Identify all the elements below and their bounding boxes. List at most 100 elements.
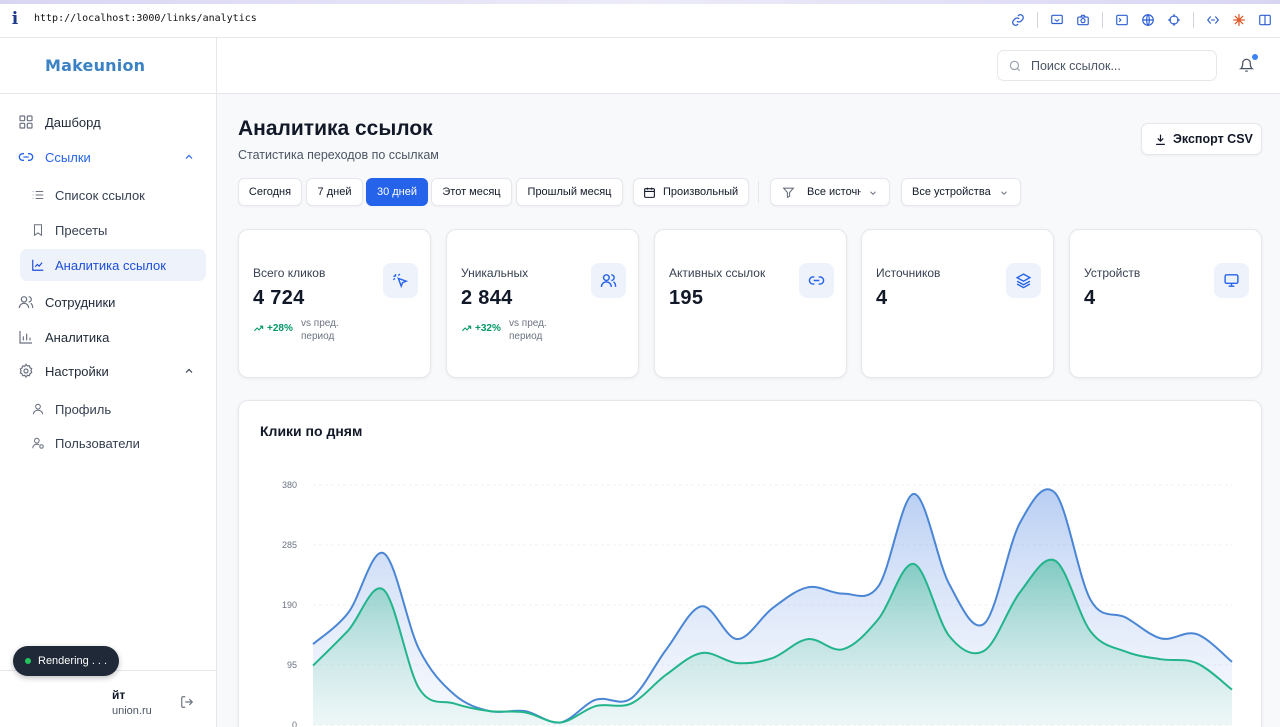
- users-icon: [591, 263, 626, 298]
- gear-icon: [19, 363, 33, 378]
- export-csv-label: Экспорт CSV: [1173, 132, 1253, 146]
- sidebar-item-settings[interactable]: Настройки: [0, 355, 217, 387]
- sidebar-item-label: Дашборд: [45, 114, 101, 130]
- layers-icon: [1006, 263, 1041, 298]
- calendar-icon: [644, 187, 655, 198]
- sidebar-item-link-analytics[interactable]: Аналитика ссылок: [20, 249, 206, 281]
- top-header: [217, 38, 1280, 94]
- list-icon: [32, 190, 44, 200]
- sidebar-item-links[interactable]: Ссылки: [0, 141, 217, 173]
- user-email: union.ru: [112, 705, 152, 717]
- page-title: Аналитика ссылок: [238, 117, 433, 140]
- filter-last-month[interactable]: Прошлый месяц: [516, 178, 623, 206]
- toolbar-divider: [1102, 12, 1103, 28]
- chevron-down-icon: [1001, 191, 1007, 195]
- stat-label: Всего кликов: [253, 266, 326, 280]
- toolbar-divider: [1193, 12, 1194, 28]
- sidebar-item-users[interactable]: Пользователи: [20, 427, 206, 459]
- search-box[interactable]: [997, 50, 1217, 81]
- rendering-label: Rendering . . .: [38, 655, 108, 667]
- stat-delta: +32%: [461, 323, 501, 334]
- export-csv-button[interactable]: Экспорт CSV: [1141, 123, 1262, 155]
- stat-value: 4: [876, 287, 888, 309]
- stat-card-devices: Устройств 4: [1069, 229, 1262, 378]
- stat-card-sources: Источников 4: [861, 229, 1054, 378]
- trend-up-icon: [461, 325, 472, 332]
- sidebar-item-label: Сотрудники: [45, 294, 116, 310]
- bookmark-icon: [33, 224, 43, 237]
- y-tick-label: 190: [282, 600, 297, 610]
- stat-label: Источников: [876, 266, 941, 280]
- sidebar-item-label: Аналитика: [45, 329, 110, 345]
- device-select-value: Все устройства: [912, 186, 991, 198]
- link-icon: [18, 153, 34, 161]
- sidebar-toggle-icon[interactable]: [1258, 13, 1272, 27]
- stat-card-total-clicks: Всего кликов 4 724 +28% vs пред. период: [238, 229, 431, 378]
- browser-toolbar: i http://localhost:3000/links/analytics: [0, 0, 1280, 38]
- app-logo[interactable]: Makeunion: [45, 56, 145, 75]
- camera-icon[interactable]: [1076, 13, 1090, 27]
- chevron-up-icon[interactable]: [183, 151, 195, 163]
- page-subtitle: Статистика переходов по ссылкам: [238, 148, 439, 162]
- stat-delta-value: +32%: [475, 323, 501, 334]
- y-tick-label: 380: [282, 480, 297, 490]
- terminal-icon[interactable]: [1115, 13, 1129, 27]
- users-icon: [18, 296, 34, 309]
- sidebar-item-profile[interactable]: Профиль: [20, 393, 206, 425]
- screenshot-icon[interactable]: [1050, 13, 1064, 27]
- link-icon: [799, 263, 834, 298]
- stat-value: 4 724: [253, 287, 305, 309]
- filter-this-month[interactable]: Этот месяц: [431, 178, 512, 206]
- url-bar[interactable]: http://localhost:3000/links/analytics: [34, 13, 257, 24]
- sidebar-item-analytics[interactable]: Аналитика: [0, 321, 217, 353]
- sidebar-item-link-list[interactable]: Список ссылок: [20, 179, 206, 211]
- status-dot: [25, 658, 31, 664]
- clicks-by-day-chart: Клики по дням 0 95 190 285 380: [238, 400, 1262, 727]
- crosshair-icon[interactable]: [1167, 13, 1181, 27]
- trend-up-icon: [253, 325, 264, 332]
- chevron-up-icon[interactable]: [183, 365, 195, 377]
- code-icon[interactable]: [1206, 13, 1220, 27]
- stat-value: 4: [1084, 287, 1096, 309]
- sidebar-item-label: Профиль: [55, 401, 112, 417]
- filter-today[interactable]: Сегодня: [238, 178, 302, 206]
- bell-icon[interactable]: [1239, 58, 1254, 73]
- sidebar-item-employees[interactable]: Сотрудники: [0, 286, 217, 318]
- filter-divider: [758, 181, 759, 203]
- filter-7-days[interactable]: 7 дней: [306, 178, 363, 206]
- browser-extension-icons: [1011, 12, 1272, 28]
- sidebar-item-label: Ссылки: [45, 149, 91, 165]
- source-select[interactable]: Все источники: [770, 178, 890, 206]
- device-select[interactable]: Все устройства: [901, 178, 1021, 206]
- stat-delta: +28%: [253, 323, 293, 334]
- y-tick-label: 285: [282, 540, 297, 550]
- search-input[interactable]: [1031, 57, 1211, 75]
- stat-label: Устройств: [1084, 266, 1141, 280]
- bar-chart-icon: [19, 331, 32, 344]
- filter-custom-label: Произвольный: [663, 186, 739, 198]
- search-icon: [1009, 60, 1021, 72]
- stat-delta-value: +28%: [267, 323, 293, 334]
- sidebar: Makeunion Дашборд Ссылки Список ссылок П…: [0, 38, 217, 727]
- filter-custom-range[interactable]: Произвольный: [633, 178, 749, 206]
- link-icon[interactable]: [1011, 13, 1025, 27]
- spark-icon[interactable]: [1232, 13, 1246, 27]
- notification-dot: [1252, 54, 1258, 60]
- line-chart-icon: [32, 259, 44, 271]
- filter-30-days[interactable]: 30 дней: [366, 178, 428, 206]
- sidebar-item-presets[interactable]: Пресеты: [20, 214, 206, 246]
- logout-icon[interactable]: [180, 695, 194, 709]
- rendering-status-badge: Rendering . . .: [13, 646, 120, 676]
- sidebar-item-label: Пользователи: [55, 435, 140, 451]
- user-name: йт: [112, 688, 126, 702]
- sidebar-item-dashboard[interactable]: Дашборд: [0, 106, 217, 138]
- logo-area: Makeunion: [0, 38, 216, 94]
- info-icon[interactable]: i: [2, 9, 28, 29]
- area-chart: 0 95 190 285 380: [282, 480, 1233, 727]
- cursor-click-icon: [383, 263, 418, 298]
- sidebar-item-label: Аналитика ссылок: [55, 257, 166, 273]
- stat-card-active-links: Активных ссылок 195: [654, 229, 847, 378]
- monitor-icon: [1214, 263, 1249, 298]
- globe-icon[interactable]: [1141, 13, 1155, 27]
- user-cog-icon: [32, 437, 44, 449]
